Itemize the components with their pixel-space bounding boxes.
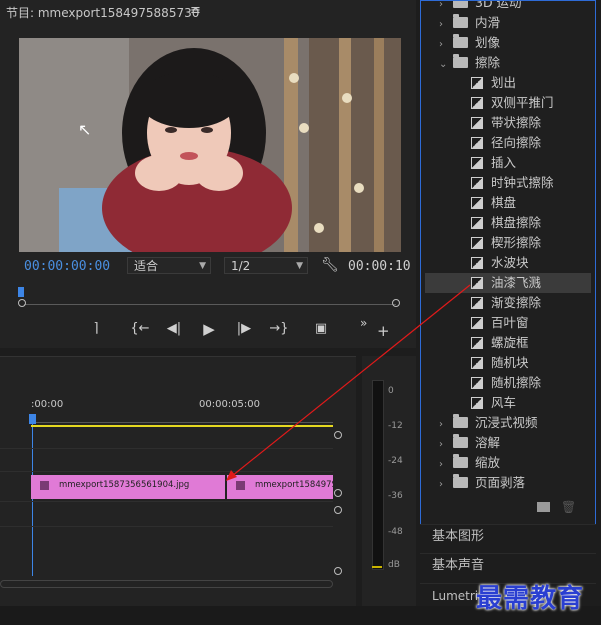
watermark-logo: 最需教育 <box>476 584 585 614</box>
annotation-arrow <box>226 284 471 481</box>
